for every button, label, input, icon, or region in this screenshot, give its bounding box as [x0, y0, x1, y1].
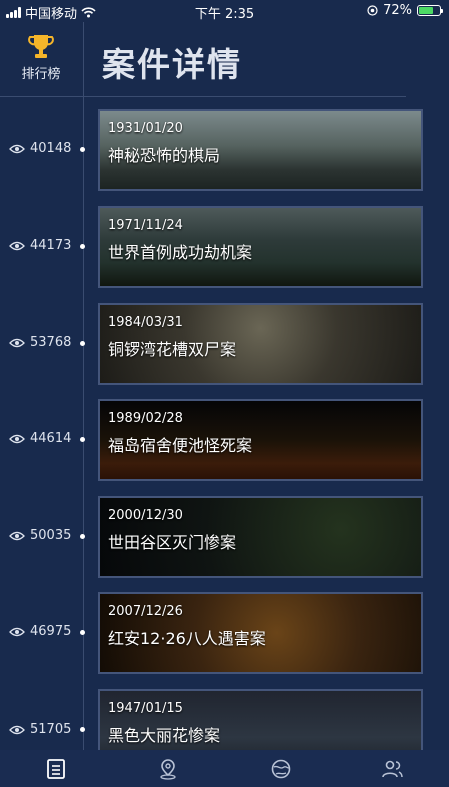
- eye-icon: [9, 144, 25, 153]
- view-count: 40148: [9, 141, 71, 156]
- case-row: 51705 1947/01/15 黑色大丽花惨案: [0, 689, 449, 750]
- ranking-button[interactable]: 排行榜: [12, 32, 70, 82]
- eye-icon: [9, 531, 25, 540]
- tab-explore[interactable]: [225, 750, 337, 787]
- case-title: 世界首例成功劫机案: [108, 243, 253, 262]
- case-date: 1989/02/28: [108, 411, 183, 426]
- case-row: 46975 2007/12/26 红安12·26八人遇害案: [0, 592, 449, 674]
- globe-icon: [271, 759, 290, 778]
- case-date: 2007/12/26: [108, 604, 183, 619]
- timeline-dot: [80, 341, 85, 346]
- case-card[interactable]: 2007/12/26 红安12·26八人遇害案: [98, 592, 423, 674]
- view-count: 44614: [9, 431, 71, 446]
- case-card[interactable]: 1931/01/20 神秘恐怖的棋局: [98, 109, 423, 191]
- case-date: 1931/01/20: [108, 121, 183, 136]
- case-row: 40148 1931/01/20 神秘恐怖的棋局: [0, 109, 449, 191]
- case-title: 世田谷区灭门惨案: [108, 533, 237, 552]
- eye-icon: [9, 241, 25, 250]
- tab-map[interactable]: [112, 750, 224, 787]
- case-title: 铜锣湾花槽双尸案: [108, 340, 237, 359]
- map-pin-icon: [160, 758, 177, 780]
- case-title: 黑色大丽花惨案: [108, 726, 221, 745]
- tab-cases[interactable]: [0, 750, 112, 787]
- people-icon: [382, 760, 403, 777]
- case-date: 2000/12/30: [108, 508, 183, 523]
- tab-community[interactable]: [337, 750, 449, 787]
- view-count: 50035: [9, 528, 71, 543]
- view-count: 53768: [9, 335, 71, 350]
- eye-icon: [9, 627, 25, 636]
- case-row: 44173 1971/11/24 世界首例成功劫机案: [0, 206, 449, 288]
- eye-icon: [9, 434, 25, 443]
- battery-percent: 72%: [383, 3, 412, 18]
- document-icon: [47, 758, 66, 779]
- case-title: 红安12·26八人遇害案: [108, 629, 266, 648]
- eye-icon: [9, 338, 25, 347]
- case-row: 50035 2000/12/30 世田谷区灭门惨案: [0, 496, 449, 578]
- case-card[interactable]: 1984/03/31 铜锣湾花槽双尸案: [98, 303, 423, 385]
- ranking-label: 排行榜: [21, 67, 61, 82]
- orientation-lock-icon: [367, 5, 378, 16]
- eye-icon: [9, 725, 25, 734]
- case-row: 53768 1984/03/31 铜锣湾花槽双尸案: [0, 303, 449, 385]
- view-count: 46975: [9, 624, 71, 639]
- case-card[interactable]: 2000/12/30 世田谷区灭门惨案: [98, 496, 423, 578]
- view-count: 51705: [9, 722, 71, 737]
- header-divider: [0, 96, 406, 97]
- battery-icon: [417, 5, 443, 16]
- timeline-dot: [80, 437, 85, 442]
- view-count: 44173: [9, 238, 71, 253]
- case-card[interactable]: 1989/02/28 福岛宿舍便池怪死案: [98, 399, 423, 481]
- case-date: 1971/11/24: [108, 218, 183, 233]
- case-card[interactable]: 1971/11/24 世界首例成功劫机案: [98, 206, 423, 288]
- case-row: 44614 1989/02/28 福岛宿舍便池怪死案: [0, 399, 449, 481]
- case-card[interactable]: 1947/01/15 黑色大丽花惨案: [98, 689, 423, 750]
- trophy-icon: [28, 35, 54, 58]
- timeline-dot: [80, 244, 85, 249]
- timeline-dot: [80, 630, 85, 635]
- case-date: 1984/03/31: [108, 315, 183, 330]
- case-date: 1947/01/15: [108, 701, 183, 716]
- timeline-dot: [80, 147, 85, 152]
- case-title: 神秘恐怖的棋局: [108, 146, 221, 165]
- page-title: 案件详情: [102, 45, 242, 84]
- timeline-dot: [80, 727, 85, 732]
- case-title: 福岛宿舍便池怪死案: [108, 436, 253, 455]
- tab-bar: [0, 750, 449, 787]
- status-bar: 中国移动 下午 2:35 72%: [0, 0, 449, 22]
- timeline-dot: [80, 534, 85, 539]
